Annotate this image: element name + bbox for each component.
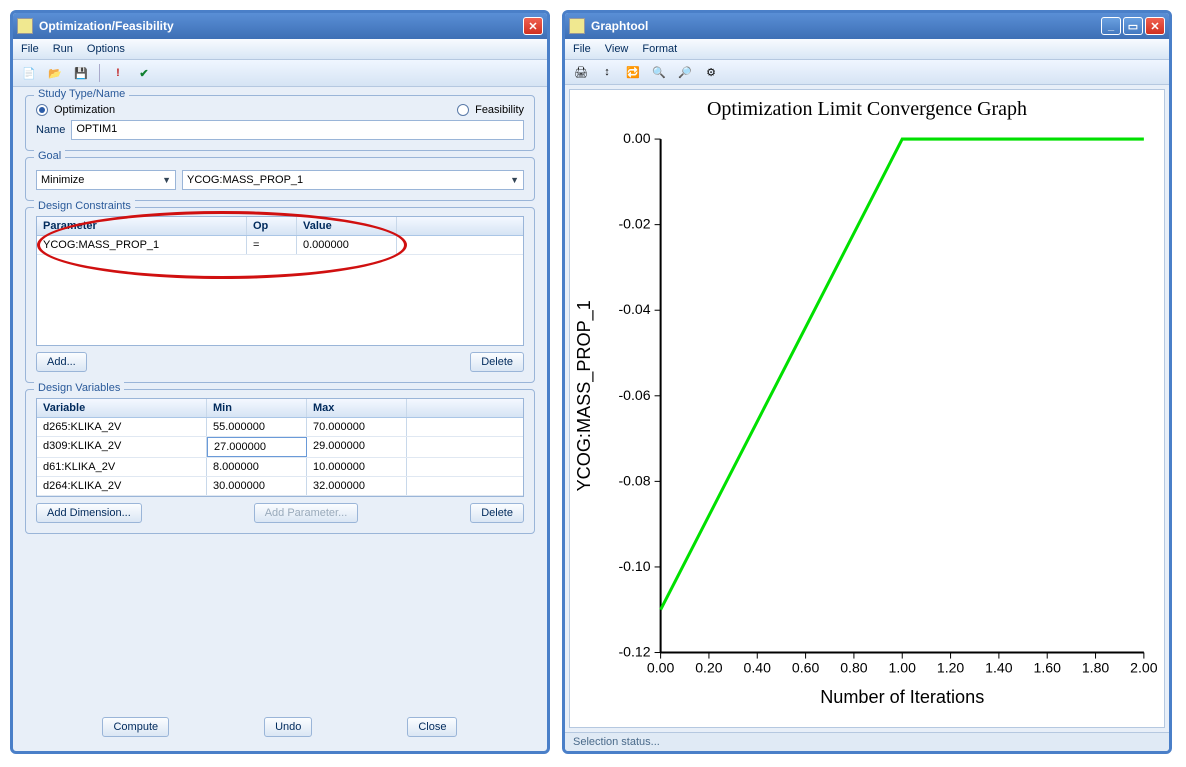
name-label: Name — [36, 124, 65, 136]
optimization-window: Optimization/Feasibility ✕ File Run Opti… — [10, 10, 550, 754]
compute-button[interactable]: Compute — [102, 717, 169, 737]
col-op: Op — [247, 217, 297, 235]
constraints-add-button[interactable]: Add... — [36, 352, 87, 372]
svg-text:-0.06: -0.06 — [618, 387, 650, 403]
svg-text:0.20: 0.20 — [695, 660, 723, 676]
svg-text:0.40: 0.40 — [744, 660, 772, 676]
close-icon[interactable]: ✕ — [1145, 17, 1165, 35]
toolbar: 📄 📂 💾 ! ✔ — [13, 60, 547, 87]
svg-text:0.00: 0.00 — [647, 660, 675, 676]
undo-button[interactable]: Undo — [264, 717, 312, 737]
menu-file[interactable]: File — [21, 43, 39, 55]
alert-icon[interactable]: ! — [110, 65, 126, 81]
status-bar: Selection status... — [565, 732, 1169, 751]
check-icon[interactable]: ✔ — [136, 65, 152, 81]
variables-fieldset: Design Variables Variable Min Max d265:K… — [25, 389, 535, 534]
col-max: Max — [307, 399, 407, 417]
menu-file[interactable]: File — [573, 43, 591, 55]
svg-text:1.60: 1.60 — [1034, 660, 1062, 676]
variable-row[interactable]: d61:KLIKA_2V 8.000000 10.000000 — [37, 458, 523, 477]
content: Study Type/Name Optimization Feasibility… — [13, 87, 547, 751]
name-field[interactable]: OPTIM1 — [71, 120, 524, 140]
menu-view[interactable]: View — [605, 43, 629, 55]
save-icon[interactable]: 💾 — [73, 65, 89, 81]
study-legend: Study Type/Name — [34, 88, 129, 100]
col-value: Value — [297, 217, 397, 235]
svg-text:0.00: 0.00 — [623, 130, 651, 146]
svg-text:YCOG:MASS_PROP_1: YCOG:MASS_PROP_1 — [574, 300, 595, 491]
swap-icon[interactable]: ↕ — [599, 64, 615, 80]
menu-run[interactable]: Run — [53, 43, 73, 55]
chart-body: 0.00 0.20 0.40 0.60 0.80 1.00 1.20 1.40 1.60 1.80… — [570, 125, 1164, 727]
svg-text:-0.04: -0.04 — [618, 301, 650, 317]
constraint-row[interactable]: YCOG:MASS_PROP_1 = 0.000000 — [37, 236, 523, 255]
zoom-in-icon[interactable]: 🔍 — [651, 64, 667, 80]
chart-svg: 0.00 0.20 0.40 0.60 0.80 1.00 1.20 1.40 1.60 1.80… — [570, 125, 1164, 727]
radio-feasibility-label: Feasibility — [475, 104, 524, 116]
constraints-fieldset: Design Constraints Parameter Op Value YC… — [25, 207, 535, 383]
svg-text:1.20: 1.20 — [937, 660, 965, 676]
app-icon — [17, 18, 33, 34]
goal-param-select[interactable]: YCOG:MASS_PROP_1▼ — [182, 170, 524, 190]
close-icon[interactable]: ✕ — [523, 17, 543, 35]
svg-text:0.60: 0.60 — [792, 660, 820, 676]
svg-text:1.00: 1.00 — [889, 660, 917, 676]
variable-row[interactable]: d265:KLIKA_2V 55.000000 70.000000 — [37, 418, 523, 437]
constraints-delete-button[interactable]: Delete — [470, 352, 524, 372]
constraints-table[interactable]: Parameter Op Value YCOG:MASS_PROP_1 = 0.… — [36, 216, 524, 346]
toolbar: 🖨 ↕ 🔁 🔍 🔎 ⚙ — [565, 60, 1169, 85]
goal-type-select[interactable]: Minimize▼ — [36, 170, 176, 190]
col-variable: Variable — [37, 399, 207, 417]
svg-text:-0.12: -0.12 — [618, 644, 650, 660]
variable-row[interactable]: d309:KLIKA_2V 27.000000 29.000000 — [37, 437, 523, 458]
menu-options[interactable]: Options — [87, 43, 125, 55]
window-title: Optimization/Feasibility — [39, 19, 521, 33]
col-parameter: Parameter — [37, 217, 247, 235]
radio-optimization[interactable]: Optimization — [36, 104, 115, 116]
repeat-icon[interactable]: 🔁 — [625, 64, 641, 80]
goal-fieldset: Goal Minimize▼ YCOG:MASS_PROP_1▼ — [25, 157, 535, 201]
toolbar-sep — [99, 64, 100, 82]
chart-title: Optimization Limit Convergence Graph — [570, 98, 1164, 121]
variable-row[interactable]: d264:KLIKA_2V 30.000000 32.000000 — [37, 477, 523, 496]
variables-delete-button[interactable]: Delete — [470, 503, 524, 523]
radio-feasibility[interactable]: Feasibility — [457, 104, 524, 116]
study-fieldset: Study Type/Name Optimization Feasibility… — [25, 95, 535, 151]
titlebar: Optimization/Feasibility ✕ — [13, 13, 547, 39]
menubar: File View Format — [565, 39, 1169, 60]
add-parameter-button[interactable]: Add Parameter... — [254, 503, 359, 523]
chart-area: Optimization Limit Convergence Graph 0.0… — [569, 89, 1165, 728]
menu-format[interactable]: Format — [642, 43, 677, 55]
settings-icon[interactable]: ⚙ — [703, 64, 719, 80]
menubar: File Run Options — [13, 39, 547, 60]
svg-text:0.80: 0.80 — [840, 660, 868, 676]
titlebar: Graphtool _ ▭ ✕ — [565, 13, 1169, 39]
graphtool-window: Graphtool _ ▭ ✕ File View Format 🖨 ↕ 🔁 🔍… — [562, 10, 1172, 754]
radio-optimization-label: Optimization — [54, 104, 115, 116]
new-icon[interactable]: 📄 — [21, 65, 37, 81]
close-button[interactable]: Close — [407, 717, 457, 737]
add-dimension-button[interactable]: Add Dimension... — [36, 503, 142, 523]
bottom-buttons: Compute Undo Close — [25, 711, 535, 743]
col-min: Min — [207, 399, 307, 417]
print-icon[interactable]: 🖨 — [573, 64, 589, 80]
window-title: Graphtool — [591, 19, 1099, 33]
svg-text:-0.08: -0.08 — [618, 472, 650, 488]
zoom-fit-icon[interactable]: 🔎 — [677, 64, 693, 80]
variables-table[interactable]: Variable Min Max d265:KLIKA_2V 55.000000… — [36, 398, 524, 497]
svg-text:-0.10: -0.10 — [618, 558, 650, 574]
svg-text:2.00: 2.00 — [1130, 660, 1158, 676]
app-icon — [569, 18, 585, 34]
open-icon[interactable]: 📂 — [47, 65, 63, 81]
minimize-icon[interactable]: _ — [1101, 17, 1121, 35]
svg-text:-0.02: -0.02 — [618, 216, 650, 232]
svg-text:1.80: 1.80 — [1082, 660, 1110, 676]
variables-legend: Design Variables — [34, 382, 124, 394]
goal-legend: Goal — [34, 150, 65, 162]
svg-text:Number of Iterations: Number of Iterations — [820, 687, 984, 707]
constraints-legend: Design Constraints — [34, 200, 135, 212]
maximize-icon[interactable]: ▭ — [1123, 17, 1143, 35]
svg-text:1.40: 1.40 — [985, 660, 1013, 676]
